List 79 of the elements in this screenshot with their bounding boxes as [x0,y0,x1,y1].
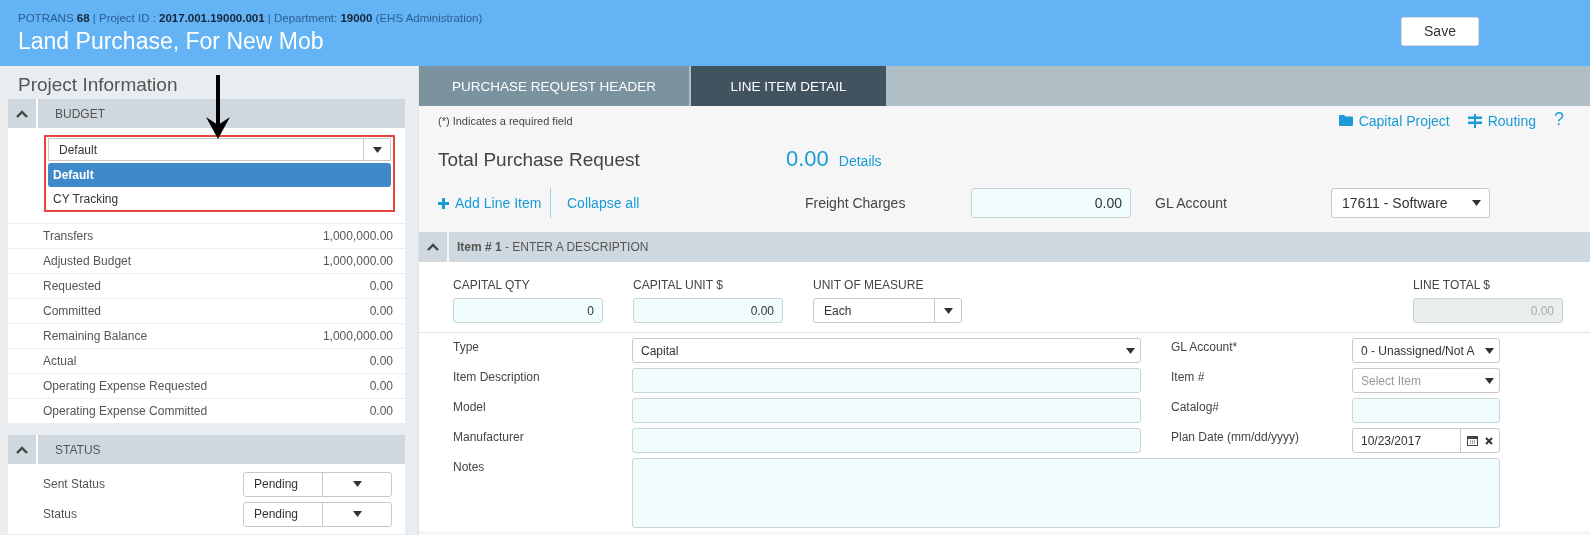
notes-field[interactable] [632,458,1500,528]
row-label: Operating Expense Requested [43,379,208,393]
caret-icon [1484,377,1494,384]
dropdown-option[interactable]: Default [48,163,391,187]
row-value: 0.00 [369,354,393,368]
field-label: Notes [453,459,486,474]
tab[interactable]: LINE ITEM DETAIL [691,66,886,106]
field-label: Item Description [453,369,541,384]
panel-title: Project Information [17,73,179,97]
caret-icon [352,511,362,517]
down-arrow [205,75,231,139]
field-label: CAPITAL QTY [453,278,531,292]
row-value: 1,000,000.00 [322,329,393,343]
required-note: (*) Indicates a required field [438,115,573,129]
caret-icon [1484,347,1494,354]
section-heading: STATUS [38,435,405,464]
field-label: Type [453,339,480,354]
field-label: Sent Status [43,477,107,491]
chevron-up-icon[interactable] [16,109,28,118]
row-label: Remaining Balance [43,329,148,343]
field-label: Item # [1171,369,1206,384]
caret-icon [943,307,953,314]
select-field[interactable]: Each [813,298,962,323]
input-field[interactable] [632,428,1141,453]
input-field[interactable] [632,368,1141,393]
row-value: 1,000,000.00 [322,229,393,243]
field-label: GL Account* [1171,339,1239,354]
row-value: 0.00 [369,304,393,318]
input-field[interactable]: 0 [453,298,603,323]
caret-icon [352,481,362,487]
chevron-up-icon[interactable] [16,445,28,454]
input-field[interactable]: 0.00 [971,188,1131,218]
input-field[interactable]: 0.00 [633,298,783,323]
select-field[interactable]: Default [48,138,391,161]
total-amount: 0.00 [786,146,829,172]
chevron-up-icon[interactable] [427,243,439,251]
plus-icon [438,197,449,209]
field-label: GL Account [1155,195,1228,211]
dropdown-option[interactable]: CY Tracking [48,187,391,211]
field-label: Manufacturer [453,429,525,444]
folder-icon [1338,115,1353,126]
select-field[interactable]: Pending [243,501,392,527]
row-label: Adjusted Budget [43,254,132,268]
caret-icon [1125,347,1135,354]
signpost-icon [1467,113,1482,128]
row-label: Committed [43,304,101,318]
calendar-icon[interactable] [1467,435,1478,446]
row-value: 0.00 [369,379,393,393]
field-label: UNIT OF MEASURE [813,278,925,292]
field-label: Plan Date (mm/dd/yyyy) [1171,429,1301,444]
item-heading: Item # 1 - ENTER A DESCRIPTION [457,240,649,254]
field-label: LINE TOTAL $ [1413,278,1491,292]
caret-icon [1471,200,1481,206]
field-label: CAPITAL UNIT $ [633,278,724,292]
field-label: Catalog# [1171,399,1221,414]
input-field[interactable] [632,398,1141,423]
input-field[interactable] [1352,398,1500,423]
breadcrumb-text: POTRANS 68 | Project ID : 2017.001.19000.001 | Department: 19000 (EHS Administration) [18,11,484,24]
row-value: 0.00 [369,404,393,418]
row-label: Transfers [43,229,94,243]
select-field[interactable]: 0 - Unassigned/Not A [1352,338,1500,363]
select-field[interactable]: 17611 - Software [1331,188,1490,218]
row-label: Actual [43,354,77,368]
total-label: Total Purchase Request [438,149,641,171]
clear-icon[interactable] [1485,436,1493,445]
row-label: Operating Expense Committed [43,404,208,418]
row-value: 0.00 [369,279,393,293]
date-field[interactable]: 10/23/2017 [1352,428,1500,453]
field-label: Freight Charges [805,195,907,211]
caret-icon [372,146,382,153]
field-label: Status [43,507,79,521]
row-value: 1,000,000.00 [322,254,393,268]
select-field[interactable]: Capital [632,338,1141,363]
save-button[interactable]: Save [1401,16,1479,46]
page-title: Land Purchase, For New Mob [18,27,325,55]
field-label: Model [453,399,487,414]
row-label: Requested [43,279,102,293]
select-field[interactable]: Pending [243,471,392,497]
section-heading: BUDGET [38,99,405,128]
